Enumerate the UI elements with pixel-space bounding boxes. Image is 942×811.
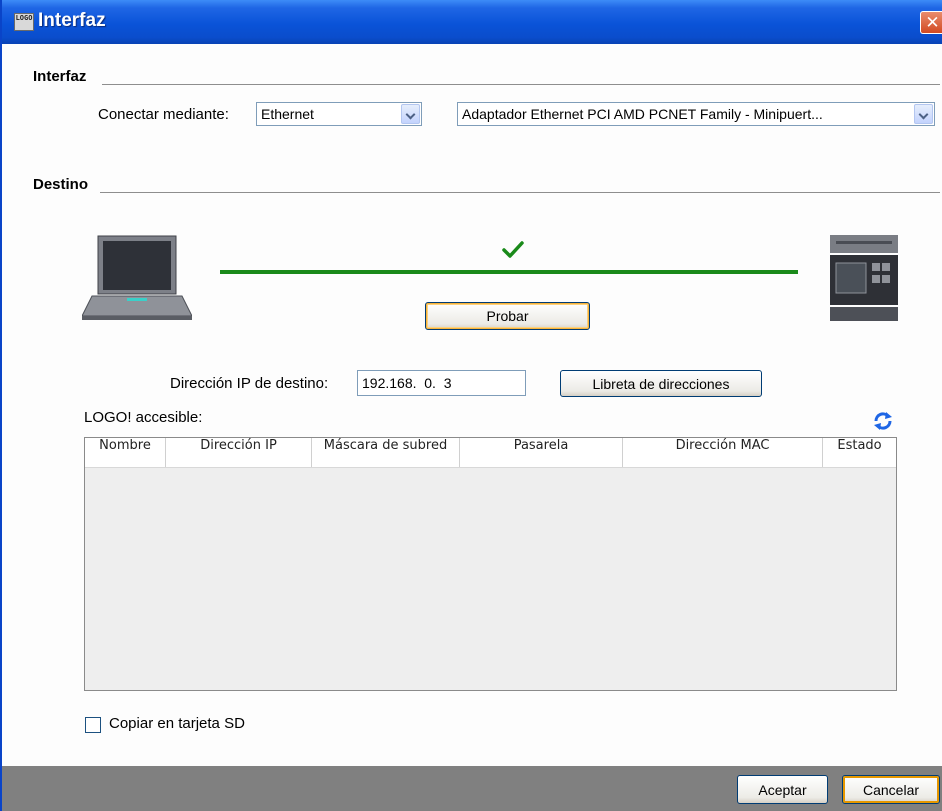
logo-plc-icon [830, 235, 898, 321]
connect-via-select[interactable]: Ethernet [256, 102, 422, 126]
cancel-button[interactable]: Cancelar [842, 775, 940, 804]
ip-input-value: 192.168. 0. 3 [362, 375, 452, 391]
chevron-down-icon[interactable] [914, 104, 933, 124]
network-adapter-value: Adaptador Ethernet PCI AMD PCNET Family … [462, 106, 823, 122]
destino-group-divider [100, 192, 940, 193]
interface-dialog: LOGO Interfaz ✕ Interfaz Conectar median… [0, 0, 942, 811]
address-book-button[interactable]: Libreta de direcciones [560, 370, 762, 397]
interfaz-group-divider [102, 84, 940, 85]
connection-line [220, 270, 798, 274]
copy-sd-label[interactable]: Copiar en tarjeta SD [109, 715, 245, 732]
refresh-icon[interactable] [872, 410, 894, 432]
logo-accessible-label: LOGO! accesible: [84, 409, 203, 426]
close-button[interactable]: ✕ [920, 11, 942, 34]
laptop-icon [82, 235, 192, 320]
column-header-mac[interactable]: Dirección MAC [623, 438, 823, 467]
title-bar[interactable]: LOGO Interfaz ✕ [2, 0, 942, 44]
column-header-ip[interactable]: Dirección IP [166, 438, 312, 467]
interfaz-group-label: Interfaz [33, 68, 87, 85]
column-header-name[interactable]: Nombre [85, 438, 166, 467]
ip-label: Dirección IP de destino: [170, 375, 329, 392]
destino-group-label: Destino [33, 176, 89, 193]
table-header: Nombre Dirección IP Máscara de subred Pa… [85, 438, 896, 468]
column-header-status[interactable]: Estado [823, 438, 896, 467]
footer-bar: Aceptar Cancelar [2, 766, 942, 811]
window-title: Interfaz [38, 10, 106, 31]
chevron-down-icon[interactable] [401, 104, 420, 124]
connect-via-value: Ethernet [261, 106, 314, 122]
logo-app-icon: LOGO [14, 13, 34, 31]
column-header-gateway[interactable]: Pasarela [460, 438, 623, 467]
test-button[interactable]: Probar [425, 302, 590, 330]
copy-sd-checkbox[interactable] [85, 717, 101, 733]
connect-via-label: Conectar mediante: [98, 106, 229, 123]
column-header-subnet[interactable]: Máscara de subred [312, 438, 460, 467]
network-adapter-select[interactable]: Adaptador Ethernet PCI AMD PCNET Family … [457, 102, 935, 126]
accessible-devices-table[interactable]: Nombre Dirección IP Máscara de subred Pa… [84, 437, 897, 691]
ip-input[interactable]: 192.168. 0. 3 [357, 370, 526, 396]
accept-button[interactable]: Aceptar [737, 775, 828, 804]
checkmark-icon [502, 241, 524, 258]
